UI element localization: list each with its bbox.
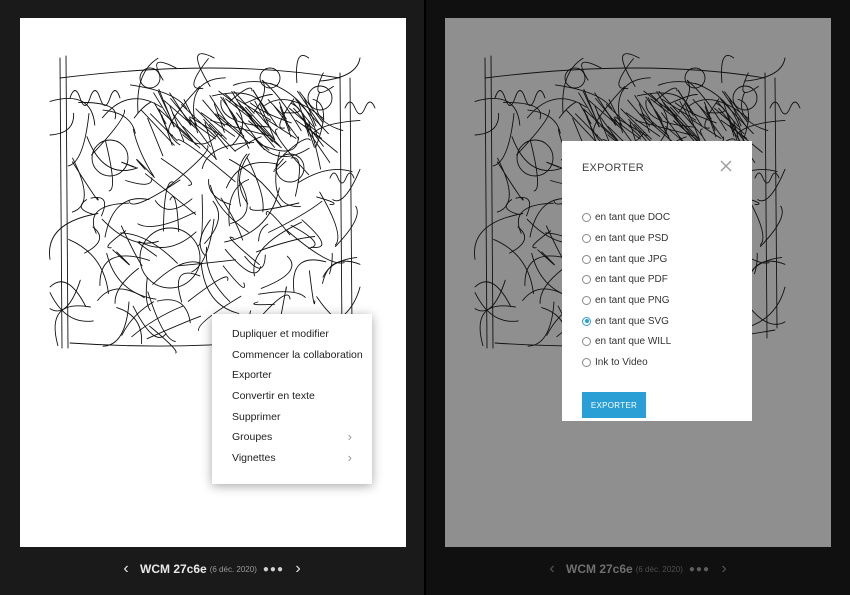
previous-document-button[interactable]: ‹ bbox=[538, 560, 566, 578]
radio-button[interactable] bbox=[582, 336, 591, 346]
export-option-doc[interactable]: en tant que DOC bbox=[582, 209, 670, 225]
menu-item-label: Dupliquer et modifier bbox=[232, 328, 329, 340]
menu-item-collaborate[interactable]: Commencer la collaboration bbox=[212, 345, 372, 366]
left-viewer-panel: Dupliquer et modifier Commencer la colla… bbox=[0, 0, 424, 595]
radio-button-selected[interactable] bbox=[582, 316, 591, 326]
document-name: WCM 27c6e bbox=[566, 562, 633, 576]
chevron-right-icon: › bbox=[347, 450, 352, 466]
export-option-jpg[interactable]: en tant que JPG bbox=[582, 251, 667, 267]
more-options-icon[interactable]: ●●● bbox=[689, 564, 710, 575]
chevron-right-icon: › bbox=[347, 429, 352, 445]
menu-item-delete[interactable]: Supprimer bbox=[212, 407, 372, 428]
menu-item-convert-text[interactable]: Convertir en texte bbox=[212, 386, 372, 407]
menu-item-label: Exporter bbox=[232, 369, 272, 382]
menu-item-groups[interactable]: Groupes › bbox=[212, 427, 372, 448]
option-label: en tant que SVG bbox=[595, 315, 669, 327]
export-option-svg[interactable]: en tant que SVG bbox=[582, 313, 669, 329]
radio-button[interactable] bbox=[582, 295, 591, 305]
export-dialog: EXPORTER en tant que DOC en tant que PSD… bbox=[562, 141, 752, 421]
option-label: Ink to Video bbox=[595, 356, 648, 368]
menu-item-label: Convertir en texte bbox=[232, 390, 315, 403]
document-footer: ‹ WCM 27c6e (6 déc. 2020) ●●● › bbox=[426, 556, 850, 582]
export-button[interactable]: Exporter bbox=[582, 392, 646, 418]
context-menu: Dupliquer et modifier Commencer la colla… bbox=[212, 314, 372, 484]
radio-button[interactable] bbox=[582, 212, 591, 222]
option-label: en tant que PDF bbox=[595, 273, 668, 285]
more-options-icon[interactable]: ●●● bbox=[263, 564, 284, 575]
menu-item-thumbnails[interactable]: Vignettes › bbox=[212, 448, 372, 469]
menu-item-duplicate[interactable]: Dupliquer et modifier bbox=[212, 324, 372, 345]
option-label: en tant que PNG bbox=[595, 294, 670, 306]
document-date: (6 déc. 2020) bbox=[635, 564, 683, 574]
dimmed-sketch-page: EXPORTER en tant que DOC en tant que PSD… bbox=[445, 18, 831, 547]
export-option-pdf[interactable]: en tant que PDF bbox=[582, 271, 668, 287]
option-label: en tant que JPG bbox=[595, 253, 668, 265]
export-option-will[interactable]: en tant que WILL bbox=[582, 333, 671, 349]
document-footer: ‹ WCM 27c6e (6 déc. 2020) ●●● › bbox=[0, 556, 424, 582]
radio-button[interactable] bbox=[582, 254, 591, 264]
radio-button[interactable] bbox=[582, 233, 591, 243]
dialog-title: EXPORTER bbox=[582, 162, 644, 174]
document-name: WCM 27c6e bbox=[140, 562, 207, 576]
sketch-page[interactable]: Dupliquer et modifier Commencer la colla… bbox=[20, 18, 406, 547]
option-label: en tant que PSD bbox=[595, 232, 669, 244]
radio-button[interactable] bbox=[582, 274, 591, 284]
export-option-png[interactable]: en tant que PNG bbox=[582, 292, 670, 308]
export-option-ink-to-video[interactable]: Ink to Video bbox=[582, 354, 648, 370]
menu-item-label: Groupes bbox=[232, 431, 273, 444]
next-document-button[interactable]: › bbox=[710, 560, 738, 578]
document-date: (6 déc. 2020) bbox=[209, 564, 257, 574]
option-label: en tant que DOC bbox=[595, 211, 671, 223]
next-document-button[interactable]: › bbox=[284, 560, 312, 578]
menu-item-export[interactable]: Exporter bbox=[212, 365, 372, 386]
radio-button[interactable] bbox=[582, 357, 591, 367]
menu-item-label: Vignettes bbox=[232, 452, 276, 465]
close-icon[interactable] bbox=[719, 159, 733, 173]
menu-item-label: Supprimer bbox=[232, 410, 281, 423]
option-label: en tant que WILL bbox=[595, 335, 672, 347]
previous-document-button[interactable]: ‹ bbox=[112, 560, 140, 578]
menu-item-label: Commencer la collaboration bbox=[232, 348, 363, 361]
right-viewer-panel: EXPORTER en tant que DOC en tant que PSD… bbox=[426, 0, 850, 595]
export-option-psd[interactable]: en tant que PSD bbox=[582, 230, 668, 246]
